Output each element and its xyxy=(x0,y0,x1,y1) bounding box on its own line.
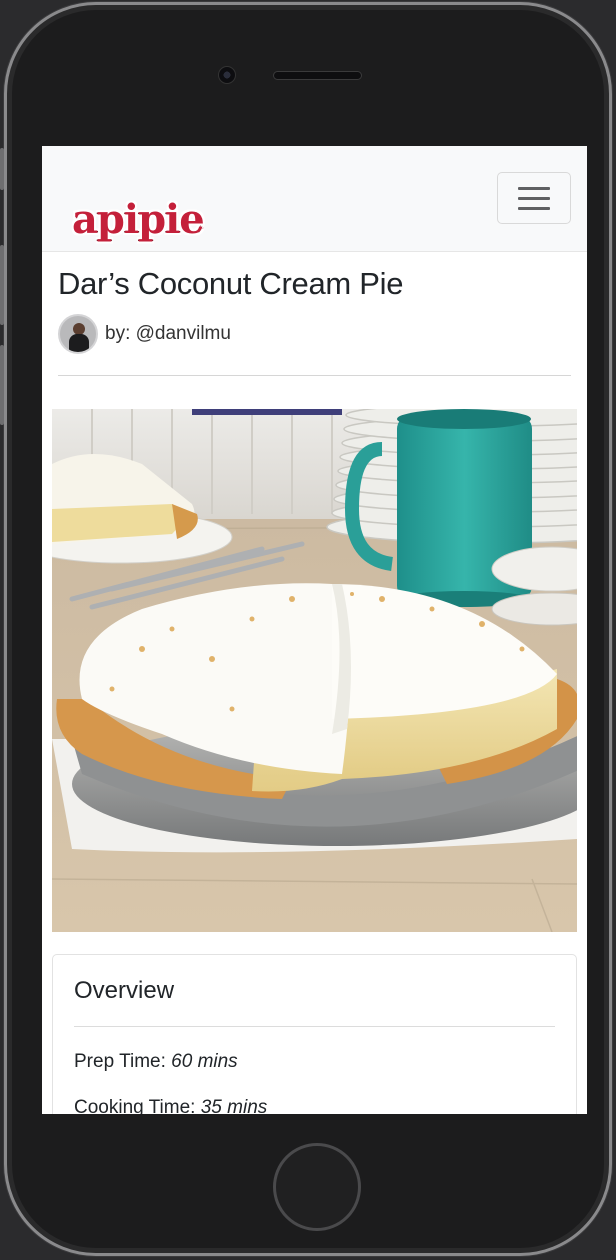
camera-icon xyxy=(218,66,236,84)
prep-time-value: 60 mins xyxy=(171,1051,238,1072)
prep-time: Prep Time: 60 mins xyxy=(74,1051,555,1073)
overview-card: Overview Prep Time: 60 mins Cooking Time… xyxy=(52,954,577,1114)
cooking-time: Cooking Time: 35 mins xyxy=(74,1097,555,1114)
hamburger-icon xyxy=(518,186,550,190)
home-button[interactable] xyxy=(273,1143,361,1231)
speaker-grille xyxy=(273,71,362,80)
phone-frame: apipie Dar’s Coconut Cream Pie by: @danv… xyxy=(4,2,612,1256)
logo-text: apipie xyxy=(72,196,205,243)
page-title: Dar’s Coconut Cream Pie xyxy=(58,266,404,301)
cooking-time-label: Cooking Time: xyxy=(74,1097,196,1114)
recipe-photo xyxy=(52,409,577,932)
avatar[interactable] xyxy=(58,314,98,354)
author-byline[interactable]: by: @danvilmu xyxy=(105,323,231,345)
prep-time-label: Prep Time: xyxy=(74,1051,166,1072)
cooking-time-value: 35 mins xyxy=(200,1097,268,1114)
divider xyxy=(58,375,571,376)
main-content: Dar’s Coconut Cream Pie by: @danvilmu Ov… xyxy=(42,266,587,1114)
screen: apipie Dar’s Coconut Cream Pie by: @danv… xyxy=(42,146,587,1114)
overview-divider xyxy=(74,1026,555,1027)
volume-down-button[interactable] xyxy=(0,345,4,425)
navbar: apipie xyxy=(42,146,587,252)
overview-heading: Overview xyxy=(74,977,175,1004)
volume-up-button[interactable] xyxy=(0,245,4,325)
author-row: by: @danvilmu xyxy=(58,314,571,354)
mute-switch[interactable] xyxy=(0,148,4,190)
menu-toggle-button[interactable] xyxy=(497,172,571,224)
